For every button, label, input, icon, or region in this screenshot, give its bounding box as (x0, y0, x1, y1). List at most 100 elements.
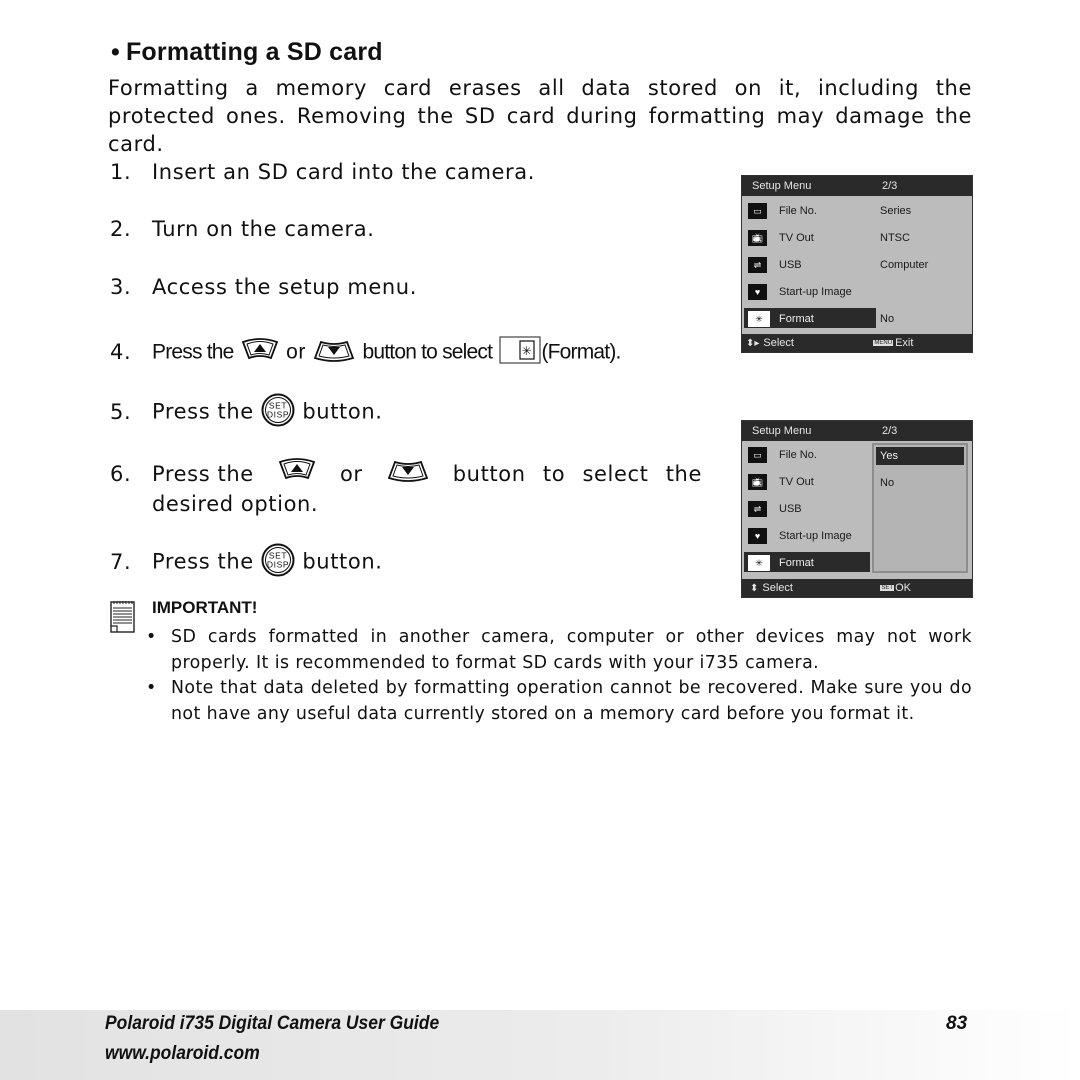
lcd-item-label: Format (779, 557, 814, 569)
format-icon: ✳ (499, 336, 542, 369)
step-number: 5. (110, 399, 132, 424)
lcd-item-label: TV Out (779, 232, 814, 244)
important-bullet-1: • SD cards formatted in another camera, … (146, 625, 972, 676)
lcd-item-label: USB (779, 259, 802, 271)
step-text-post: button to select the (452, 461, 702, 486)
step-text-pre: Press the (152, 340, 234, 364)
footer-website-link[interactable]: www.polaroid.com (105, 1043, 260, 1065)
lcd-item-value: No (880, 313, 895, 325)
down-button-icon (313, 338, 355, 367)
bullet-dot: • (146, 678, 157, 698)
important-heading: IMPORTANT! (152, 598, 258, 617)
lcd-footer-ok: OK (895, 582, 911, 594)
footer-guide-title: Polaroid i735 Digital Camera User Guide (105, 1013, 440, 1034)
step-6: 6. Press the or button to select the desi… (110, 458, 702, 519)
step-text: Insert an SD card into the camera. (152, 160, 536, 184)
option-yes[interactable]: Yes (876, 447, 964, 465)
format-icon: ✳ (748, 555, 770, 571)
menu-key-icon: MENU (873, 340, 894, 346)
lcd-menu-item-file-no[interactable]: ▭ File No. Series (742, 200, 972, 222)
tv-out-icon: 📺︎ (748, 474, 767, 490)
lcd-footer-select: Select (762, 582, 793, 594)
lcd-format-options: Yes No (872, 443, 968, 573)
intro-paragraph: Formatting a memory card erases all data… (108, 76, 972, 156)
lcd-format-confirm-screen: Setup Menu 2/3 ▭ File No. 📺︎ TV Out ⇌ US… (741, 420, 973, 598)
bullet-dot: • (146, 627, 157, 647)
page-title: • Formatting a SD card (111, 38, 383, 67)
step-text-mid: or (339, 461, 363, 486)
lcd-item-value: Computer (880, 259, 929, 271)
step-number: 7. (110, 549, 132, 574)
step-1: 1. Insert an SD card into the camera. (110, 160, 535, 184)
notepad-icon (110, 600, 136, 638)
startup-image-icon: ♥ (748, 284, 767, 300)
step-text-post: button. (302, 549, 383, 574)
file-number-icon: ▭ (748, 447, 767, 463)
disp-label: DISP (267, 410, 289, 420)
usb-icon: ⇌ (748, 257, 767, 273)
option-no[interactable]: No (876, 474, 964, 492)
up-button-icon (278, 458, 316, 490)
step-text: Access the setup menu. (152, 275, 417, 299)
usb-icon: ⇌ (748, 501, 767, 517)
step-5: 5. Press the SET DISP button. (110, 393, 383, 432)
step-4: 4. Press the or button to select ✳ (Forma… (110, 336, 621, 369)
page-number: 83 (946, 1013, 968, 1034)
step-text-tail: (Format). (541, 340, 621, 364)
lcd-item-label: Start-up Image (779, 286, 852, 298)
lcd-menu-item-usb[interactable]: ⇌ USB Computer (742, 254, 972, 276)
step-2: 2. Turn on the camera. (110, 217, 375, 241)
lcd-menu-item-tv-out[interactable]: 📺︎ TV Out NTSC (742, 227, 972, 249)
lcd-item-label: File No. (779, 205, 817, 217)
lcd-item-value: Series (880, 205, 912, 217)
lcd-item-label: TV Out (779, 476, 814, 488)
down-button-icon (387, 458, 429, 490)
step-text: Turn on the camera. (152, 217, 375, 241)
lcd-footer-select: Select (763, 337, 794, 349)
format-icon: ✳ (748, 311, 770, 327)
step-text-post: button to select (362, 340, 493, 364)
startup-image-icon: ♥ (748, 528, 767, 544)
lcd-footer: ⬍ Select SET OK (742, 579, 972, 597)
lcd-title: Setup Menu (752, 425, 812, 437)
step-7: 7. Press the SET DISP button. (110, 543, 383, 582)
lcd-header: Setup Menu 2/3 (742, 176, 972, 196)
important-bullet-2: • Note that data deleted by formatting o… (146, 676, 972, 727)
lcd-page: 2/3 (882, 425, 898, 437)
lcd-setup-menu-screen: Setup Menu 2/3 ▭ File No. Series 📺︎ TV O… (741, 175, 973, 353)
lcd-item-label: USB (779, 503, 802, 515)
title-text: Formatting a SD card (125, 38, 383, 66)
step-number: 3. (110, 275, 132, 299)
bullet-text: SD cards formatted in another camera, co… (171, 627, 972, 673)
file-number-icon: ▭ (748, 203, 767, 219)
lcd-footer-exit: Exit (895, 337, 914, 349)
up-button-icon (241, 338, 279, 367)
set-key-icon: SET (880, 585, 895, 591)
step-text-mid: or (286, 340, 306, 364)
navigate-arrows-icon: ⬍▸ (746, 337, 760, 349)
step-3: 3. Access the setup menu. (110, 275, 417, 299)
bullet-text: Note that data deleted by formatting ope… (171, 678, 972, 724)
lcd-title: Setup Menu (752, 180, 812, 192)
step-number: 2. (110, 217, 132, 241)
step-number: 6. (110, 461, 132, 486)
step-text-pre: Press the (152, 399, 254, 424)
lcd-item-label: Start-up Image (779, 530, 852, 542)
set-disp-button-icon: SET DISP (261, 393, 295, 432)
up-down-arrows-icon: ⬍ (750, 582, 759, 594)
lcd-header: Setup Menu 2/3 (742, 421, 972, 441)
lcd-page: 2/3 (882, 180, 898, 192)
lcd-item-value: NTSC (880, 232, 910, 244)
lcd-footer: ⬍▸ Select MENU Exit (742, 334, 972, 352)
step-text-pre: Press the (152, 461, 254, 486)
set-disp-button-icon: SET DISP (261, 543, 295, 582)
step-number: 4. (110, 339, 132, 364)
svg-text:✳: ✳ (522, 344, 533, 358)
disp-label: DISP (267, 560, 289, 570)
tv-out-icon: 📺︎ (748, 230, 767, 246)
step-text-line2: desired option. (152, 492, 319, 516)
lcd-menu-item-format[interactable]: ✳ Format No (742, 308, 972, 330)
lcd-item-label: File No. (779, 449, 817, 461)
step-number: 1. (110, 160, 132, 184)
lcd-menu-item-startup-image[interactable]: ♥ Start-up Image (742, 281, 972, 303)
